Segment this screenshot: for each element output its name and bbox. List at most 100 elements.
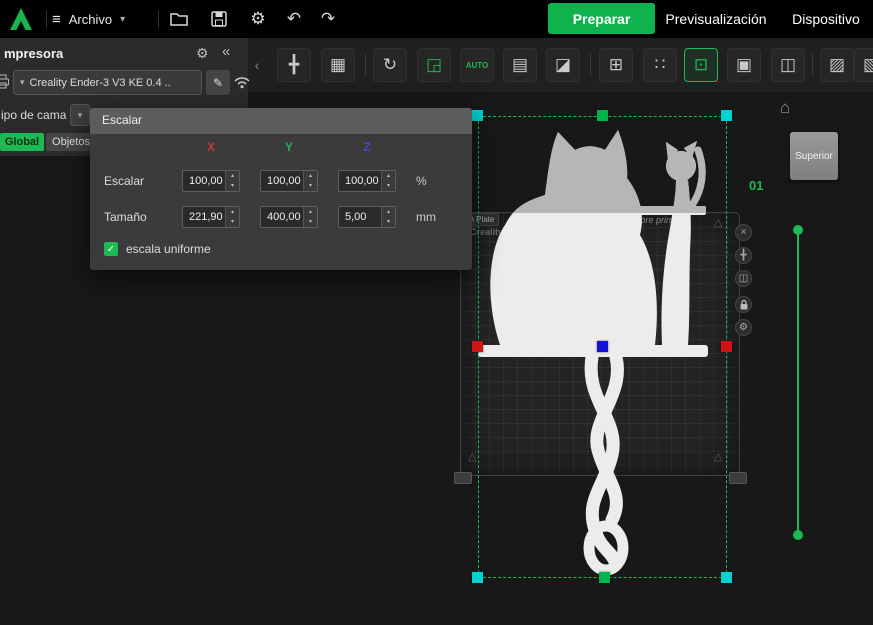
close-button[interactable]: × — [735, 224, 752, 241]
save-button[interactable] — [206, 0, 232, 38]
printer-select-dropdown[interactable]: ▾ Creality Ender-3 V3 KE 0.4 .. — [13, 70, 202, 95]
scale-handle-top-right[interactable] — [721, 110, 732, 121]
toolbar-separator — [812, 54, 813, 76]
spinner-down-icon[interactable]: ▾ — [382, 181, 395, 191]
tab-dispositivo-label: Dispositivo — [792, 11, 860, 27]
mirror-button[interactable]: ◫ — [735, 270, 752, 287]
scale-z-spinner[interactable]: ▴ ▾ — [381, 171, 395, 191]
spinner-up-icon[interactable]: ▴ — [226, 171, 239, 181]
tab-global[interactable]: Global — [0, 133, 44, 151]
undo-button[interactable]: ↶ — [281, 0, 307, 38]
settings-button[interactable]: ⚙ — [735, 319, 752, 336]
stack-tool-button[interactable]: ▣ — [727, 48, 761, 82]
open-file-button[interactable] — [166, 0, 192, 38]
rotate-tool-button[interactable]: ↻ — [373, 48, 407, 82]
arrange-tool-button[interactable]: ⊞ — [599, 48, 633, 82]
layer-slider-track[interactable] — [797, 230, 799, 533]
tab-preparar-label: Preparar — [572, 10, 631, 27]
scale-handle-center[interactable] — [597, 341, 608, 352]
rotate-icon: ↻ — [382, 55, 398, 74]
axis-y-label: Y — [284, 140, 293, 154]
tab-global-label: Global — [4, 136, 40, 148]
tab-preparar[interactable]: Preparar — [548, 3, 655, 34]
transform-tool-button[interactable]: ▦ — [321, 48, 355, 82]
view-cube[interactable]: Superior — [790, 132, 838, 180]
wifi-icon[interactable] — [234, 76, 250, 89]
scale-handle-top-left[interactable] — [472, 110, 483, 121]
redo-icon: ↷ — [320, 9, 336, 28]
redo-button[interactable]: ↷ — [315, 0, 341, 38]
scale-handle-mid-right[interactable] — [721, 341, 732, 352]
size-z-field: ▴▾ — [338, 206, 396, 228]
file-menu[interactable]: ≡ Archivo ▾ — [52, 0, 125, 38]
scale-handle-bottom-left[interactable] — [472, 572, 483, 583]
size-z-spinner[interactable]: ▴ ▾ — [381, 207, 395, 227]
edit-printer-button[interactable]: ✎ — [206, 70, 230, 95]
spinner-up-icon[interactable]: ▴ — [382, 207, 395, 217]
spinner-up-icon[interactable]: ▴ — [304, 171, 317, 181]
tab-previsualizacion-label: Previsualización — [665, 11, 767, 27]
size-y-spinner[interactable]: ▴ ▾ — [303, 207, 317, 227]
uniform-scale-label: escala uniforme — [126, 242, 211, 256]
gear-icon: ⚙ — [250, 9, 266, 28]
clone-tool-button[interactable]: ◫ — [771, 48, 805, 82]
scale-tool-button[interactable]: ◲ — [417, 48, 451, 82]
toolbar-separator — [365, 54, 366, 76]
scale-dialog-titlebar[interactable]: Escalar — [90, 108, 472, 134]
fit-plate-icon: ⊡ — [693, 55, 709, 74]
scale-row-label: Escalar — [104, 174, 145, 188]
gear-icon: ⚙ — [739, 322, 748, 333]
lattice-tool-button[interactable]: ▧ — [854, 48, 873, 82]
topbar-separator — [46, 10, 47, 28]
fit-plate-tool-button[interactable]: ⊡ — [684, 48, 718, 82]
plate-layout-tool-button[interactable]: ▤ — [503, 48, 537, 82]
spinner-down-icon[interactable]: ▾ — [226, 217, 239, 227]
size-x-spinner[interactable]: ▴ ▾ — [225, 207, 239, 227]
scale-handle-bottom-mid[interactable] — [599, 572, 610, 583]
spinner-down-icon[interactable]: ▾ — [382, 217, 395, 227]
spinner-up-icon[interactable]: ▴ — [226, 207, 239, 217]
scale-handle-mid-left[interactable] — [472, 341, 483, 352]
move-icon: ╋ — [288, 55, 300, 74]
chevron-down-icon: ▾ — [20, 77, 25, 87]
collapse-viewport-panel-button[interactable]: ‹ — [250, 50, 264, 80]
home-view-button[interactable]: ⌂ — [780, 98, 790, 118]
scale-y-spinner[interactable]: ▴ ▾ — [303, 171, 317, 191]
spinner-up-icon[interactable]: ▴ — [304, 207, 317, 217]
auto-orient-tool-button[interactable]: AUTO — [460, 48, 494, 82]
view-cube-label: Superior — [795, 150, 833, 162]
spinner-up-icon[interactable]: ▴ — [382, 171, 395, 181]
uniform-scale-checkbox[interactable]: ✓ — [104, 242, 118, 256]
seam-tool-button[interactable]: ◪ — [546, 48, 580, 82]
lock-button[interactable] — [735, 296, 752, 313]
clone-icon: ◫ — [779, 55, 797, 74]
spinner-down-icon[interactable]: ▾ — [226, 181, 239, 191]
layer-slider-top-handle[interactable] — [793, 225, 803, 235]
chevron-down-icon: ▾ — [77, 109, 83, 120]
plate-layout-icon: ▤ — [511, 55, 529, 74]
move-tool-button[interactable]: ╋ — [277, 48, 311, 82]
undo-icon: ↶ — [286, 9, 302, 28]
scale-handle-top-mid[interactable] — [597, 110, 608, 121]
fit-view-button[interactable]: ╋ — [735, 247, 752, 264]
tab-objetos[interactable]: Objetos — [46, 133, 96, 151]
spinner-down-icon[interactable]: ▾ — [304, 217, 317, 227]
arrange-all-tool-button[interactable]: ∷ — [643, 48, 677, 82]
size-y-field: ▴▾ — [260, 206, 318, 228]
scale-x-spinner[interactable]: ▴ ▾ — [225, 171, 239, 191]
collapse-panel-icon[interactable]: « — [222, 43, 230, 60]
spinner-down-icon[interactable]: ▾ — [304, 181, 317, 191]
scale-handle-bottom-right[interactable] — [721, 572, 732, 583]
transform-grid-icon: ▦ — [329, 55, 347, 74]
bed-type-dropdown[interactable]: ▾ — [70, 104, 90, 126]
close-icon: × — [740, 227, 747, 238]
size-row-label: Tamaño — [104, 210, 147, 224]
settings-button[interactable]: ⚙ — [245, 0, 271, 38]
size-x-field: ▴▾ — [182, 206, 240, 228]
tab-previsualizacion[interactable]: Previsualización — [658, 0, 774, 38]
layer-slider-bottom-handle[interactable] — [793, 530, 803, 540]
printer-settings-gear-icon[interactable]: ⚙ — [196, 45, 209, 62]
scale-dialog-title: Escalar — [102, 113, 143, 127]
tab-dispositivo[interactable]: Dispositivo — [780, 0, 872, 38]
hatch-tool-button[interactable]: ▨ — [820, 48, 854, 82]
